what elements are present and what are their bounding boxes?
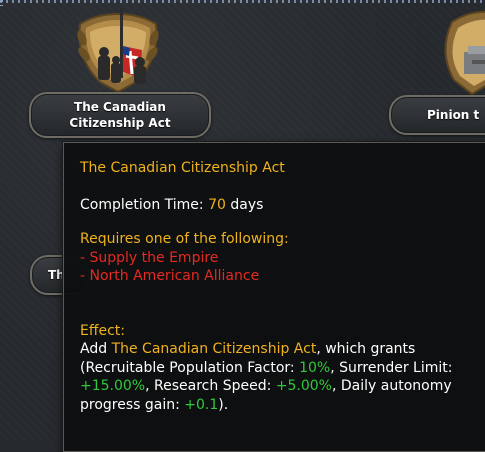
focus-connector-line-left — [0, 0, 3, 6]
focus-title-line1: The Canadian — [74, 100, 166, 114]
tooltip-title: The Canadian Citizenship Act — [80, 160, 285, 176]
modifier-label: Surrender Limit: — [339, 359, 453, 376]
effect-close: ). — [218, 396, 229, 413]
separator: , — [331, 378, 341, 394]
focus-title: The Canadian Citizenship Act — [69, 99, 170, 131]
focus-title: Pinion t — [427, 108, 480, 122]
separator: , — [330, 359, 340, 376]
separator: , — [145, 378, 155, 394]
focus-tooltip: The Canadian Citizenship Act Completion … — [63, 142, 485, 452]
modifier-label: Research Speed: — [154, 378, 276, 394]
effect-name: The Canadian Citizenship Act — [111, 341, 317, 357]
completion-time: Completion Time: 70 days — [80, 196, 485, 215]
requirement-supply-the-empire: - Supply the Empire — [80, 249, 219, 266]
focus-title-line2: Citizenship Act — [69, 116, 171, 130]
completion-unit: days — [225, 196, 264, 213]
modifier-label: Recruitable Population Factor: — [85, 359, 300, 376]
pinion-focus-icon[interactable] — [432, 2, 485, 98]
requires-heading: Requires one of the following: — [80, 231, 289, 247]
effect-grants: , which grants — [316, 341, 416, 357]
completion-value: 70 — [208, 196, 226, 213]
focus-node-canadian-citizenship-act[interactable]: The Canadian Citizenship Act — [29, 92, 211, 138]
effect-add: Add — [80, 341, 112, 357]
focus-node-pinion[interactable]: Pinion t — [389, 95, 485, 135]
focus-connector-line — [0, 0, 485, 3]
modifier-value: +5.00% — [275, 378, 332, 394]
modifier-value: 10% — [299, 359, 331, 376]
modifier-value: +0.1 — [184, 396, 219, 413]
requirement-north-american-alliance: - North American Alliance — [80, 268, 260, 284]
effect-heading: Effect: — [80, 322, 126, 339]
effect-text: Add The Canadian Citizenship Act, which … — [80, 340, 485, 414]
completion-label: Completion Time: — [80, 196, 209, 213]
canadian-citizenship-focus-icon[interactable] — [70, 4, 166, 96]
modifier-value: +15.00% — [80, 378, 146, 394]
